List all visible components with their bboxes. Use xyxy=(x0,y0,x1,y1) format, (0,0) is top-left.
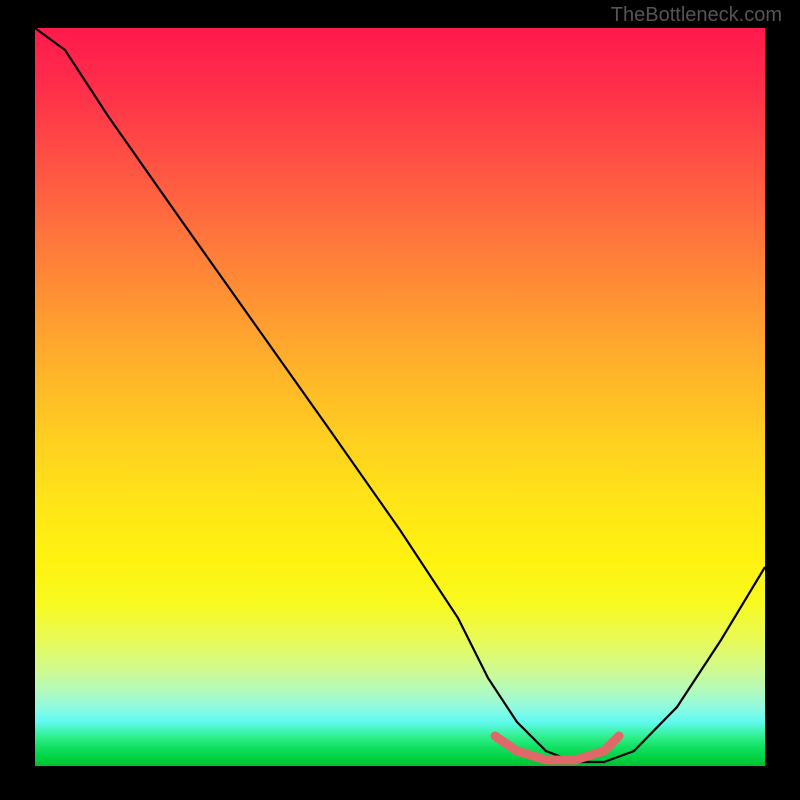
highlight-segment-path xyxy=(495,736,619,760)
watermark-text: TheBottleneck.com xyxy=(611,4,782,27)
bottleneck-curve-path xyxy=(35,28,765,762)
chart-svg xyxy=(35,28,765,766)
chart-plot-area xyxy=(35,28,765,766)
